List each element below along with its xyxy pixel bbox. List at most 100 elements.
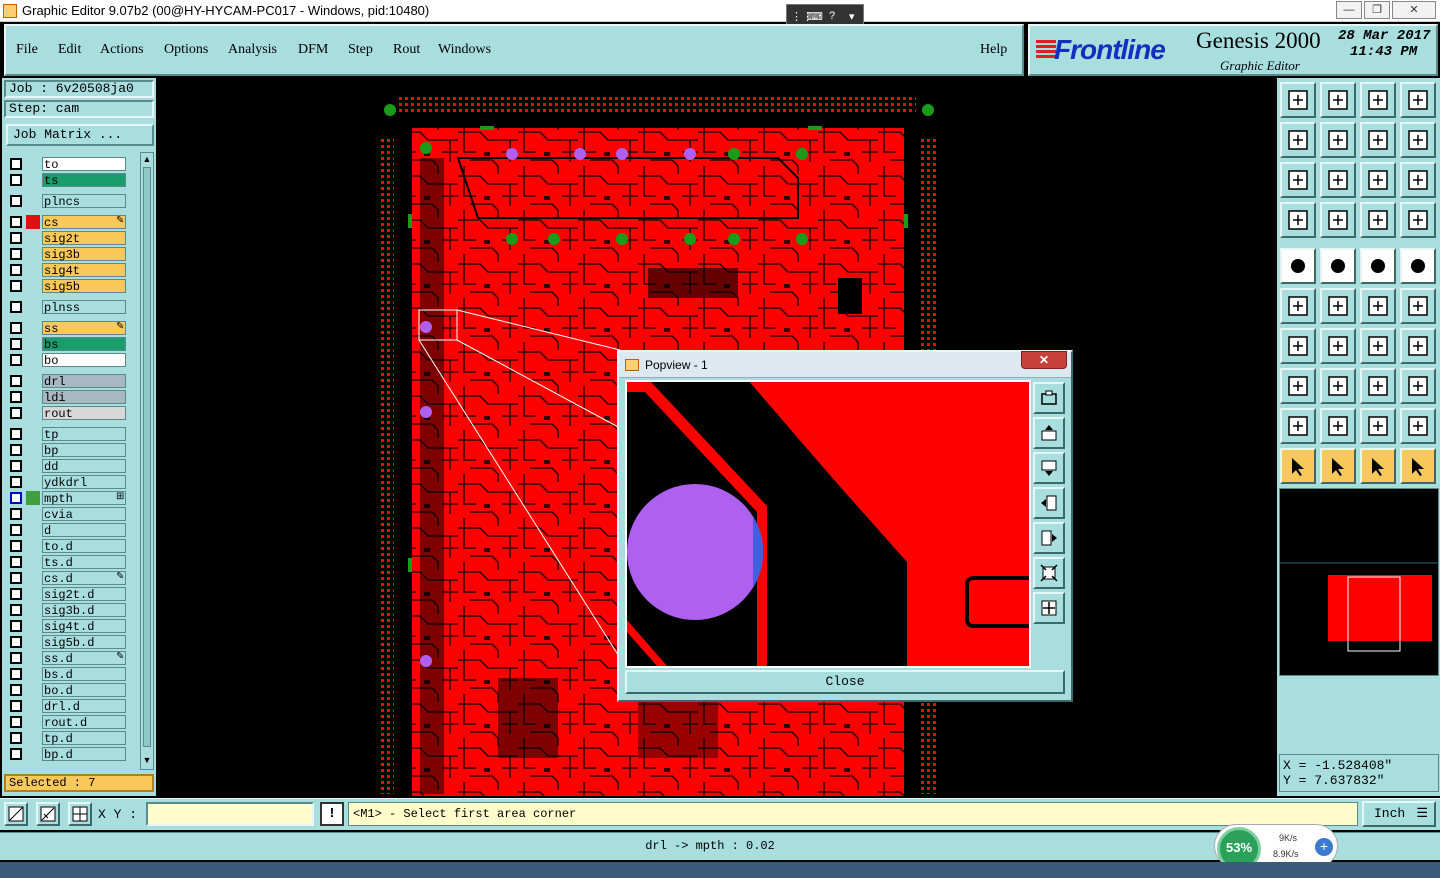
scroll-down-icon[interactable]: ▼ — [142, 755, 152, 767]
layer-row-d[interactable]: d — [6, 522, 128, 538]
layer-row-ts[interactable]: ts — [6, 172, 128, 188]
layer-row-bo[interactable]: bo — [6, 352, 128, 368]
layer-checkbox[interactable] — [10, 195, 22, 207]
layer-name[interactable]: ydkdrl — [42, 475, 126, 490]
chevron-down-icon[interactable]: ▾ — [849, 10, 855, 23]
layer-name[interactable]: sig5b.d — [42, 635, 126, 650]
layer-row-to[interactable]: to — [6, 156, 128, 172]
layer-row-ss-d[interactable]: ss.d ✎ — [6, 650, 128, 666]
feature-red-tool-button[interactable] — [1400, 288, 1436, 324]
menu-help[interactable]: Help — [980, 42, 1007, 58]
fit-screen-tool-button[interactable] — [1280, 162, 1316, 198]
feature-tool-button[interactable] — [1360, 288, 1396, 324]
layer-row-sig2t-d[interactable]: sig2t.d — [6, 586, 128, 602]
arc-tool-button[interactable] — [1360, 328, 1396, 364]
layer-name[interactable]: bs.d — [42, 667, 126, 682]
layer-row-sig3b[interactable]: sig3b — [6, 246, 128, 262]
layer-row-sig5b[interactable]: sig5b — [6, 278, 128, 294]
layer-name[interactable]: cs — [42, 215, 126, 230]
menu-actions[interactable]: Actions — [100, 42, 144, 58]
pointer-box-tool-button[interactable] — [1320, 448, 1356, 484]
layer-checkbox[interactable] — [10, 391, 22, 403]
layer-checkbox[interactable] — [10, 375, 22, 387]
move-left-tool-button[interactable] — [1280, 122, 1316, 158]
pointer-net-tool-button[interactable] — [1400, 448, 1436, 484]
open-tool-button[interactable] — [1280, 82, 1316, 118]
layer-name[interactable]: sig5b — [42, 279, 126, 294]
scale-1-2-tool-button[interactable] — [1360, 162, 1396, 198]
layer-name[interactable]: ts — [42, 173, 126, 188]
slash-tool-button[interactable] — [1320, 328, 1356, 364]
layer-name[interactable]: bo — [42, 353, 126, 368]
connect-tool-button[interactable] — [1280, 288, 1316, 324]
popview-close-x-button[interactable]: ✕ — [1021, 351, 1067, 369]
layer-checkbox[interactable] — [10, 280, 22, 292]
layer-name[interactable]: ldi — [42, 390, 126, 405]
layer-row-drl[interactable]: drl — [6, 373, 128, 389]
angle-tool-button[interactable] — [1280, 328, 1316, 364]
zoom-tool-button[interactable] — [1320, 162, 1356, 198]
probe-tool-button[interactable] — [1320, 202, 1356, 238]
layer-checkbox[interactable] — [10, 460, 22, 472]
layer-row-ldi[interactable]: ldi — [6, 389, 128, 405]
home-tool-button[interactable] — [1360, 82, 1396, 118]
mirror-tool-button[interactable] — [1360, 122, 1396, 158]
move-right-tool-button[interactable] — [1320, 122, 1356, 158]
layer-row-plncs[interactable]: plncs — [6, 193, 128, 209]
layer-row-rout-d[interactable]: rout.d — [6, 714, 128, 730]
layer-row-sig5b-d[interactable]: sig5b.d — [6, 634, 128, 650]
menu-rout[interactable]: Rout — [393, 42, 420, 58]
scroll-thumb[interactable] — [143, 167, 151, 747]
layer-checkbox[interactable] — [10, 748, 22, 760]
layer-row-sig2t[interactable]: sig2t — [6, 230, 128, 246]
layer-row-cs[interactable]: cs ✎ — [6, 214, 128, 230]
layer-row-bs[interactable]: bs — [6, 336, 128, 352]
layer-name[interactable]: sig4t.d — [42, 619, 126, 634]
layer-checkbox[interactable] — [10, 444, 22, 456]
cross-tool-button[interactable] — [1320, 288, 1356, 324]
layer-row-sig4t[interactable]: sig4t — [6, 262, 128, 278]
popview-titlebar[interactable]: Popview - 1 — [619, 352, 1071, 378]
affected-layer-icon[interactable] — [26, 215, 40, 229]
layer-name[interactable]: bp — [42, 443, 126, 458]
layer-checkbox[interactable] — [10, 732, 22, 744]
layer-checkbox[interactable] — [10, 636, 22, 648]
minimize-button[interactable]: — — [1336, 1, 1362, 19]
layer-row-bp[interactable]: bp — [6, 442, 128, 458]
layer-name[interactable]: ts.d — [42, 555, 126, 570]
triangle-arrow-tool-button[interactable] — [1400, 408, 1436, 444]
layer-name[interactable]: plncs — [42, 194, 126, 209]
menu-analysis[interactable]: Analysis — [228, 42, 277, 58]
help-tool-button[interactable] — [1400, 162, 1436, 198]
menu-edit[interactable]: Edit — [58, 42, 81, 58]
layer-row-mpth[interactable]: mpth ⊞ — [6, 490, 128, 506]
triangle-filled-tool-button[interactable] — [1360, 408, 1396, 444]
layer-checkbox[interactable] — [10, 620, 22, 632]
keyboard-icon[interactable]: ⌨ — [807, 10, 823, 23]
save-tool-button[interactable] — [1320, 82, 1356, 118]
layer-name[interactable]: bp.d — [42, 747, 126, 762]
layer-name[interactable]: ss.d — [42, 651, 126, 666]
layer-name[interactable]: plnss — [42, 300, 126, 315]
layer-row-tp[interactable]: tp — [6, 426, 128, 442]
grid-button[interactable] — [68, 802, 92, 826]
layer-name[interactable]: tp — [42, 427, 126, 442]
layer-name[interactable]: sig3b.d — [42, 603, 126, 618]
layer-row-tp-d[interactable]: tp.d — [6, 730, 128, 746]
pointer-circle-tool-button[interactable] — [1360, 448, 1396, 484]
layer-name[interactable]: to — [42, 157, 126, 172]
text-f-tool-button[interactable] — [1400, 328, 1436, 364]
layer-checkbox[interactable] — [10, 668, 22, 680]
layer-row-sig3b-d[interactable]: sig3b.d — [6, 602, 128, 618]
layer-scrollbar[interactable]: ▲ ▼ — [140, 152, 154, 770]
traffic-light-red-tool-button[interactable] — [1400, 202, 1436, 238]
layer-row-drl-d[interactable]: drl.d — [6, 698, 128, 714]
popview-fit-button[interactable] — [1033, 382, 1065, 414]
layer-checkbox[interactable] — [10, 407, 22, 419]
line-tool-button[interactable] — [1320, 248, 1356, 284]
layer-name[interactable]: sig2t — [42, 231, 126, 246]
menu-options[interactable]: Options — [164, 42, 208, 58]
plus-icon[interactable]: + — [1315, 838, 1333, 856]
menu-step[interactable]: Step — [348, 42, 373, 58]
layer-row-ss[interactable]: ss ✎ — [6, 320, 128, 336]
